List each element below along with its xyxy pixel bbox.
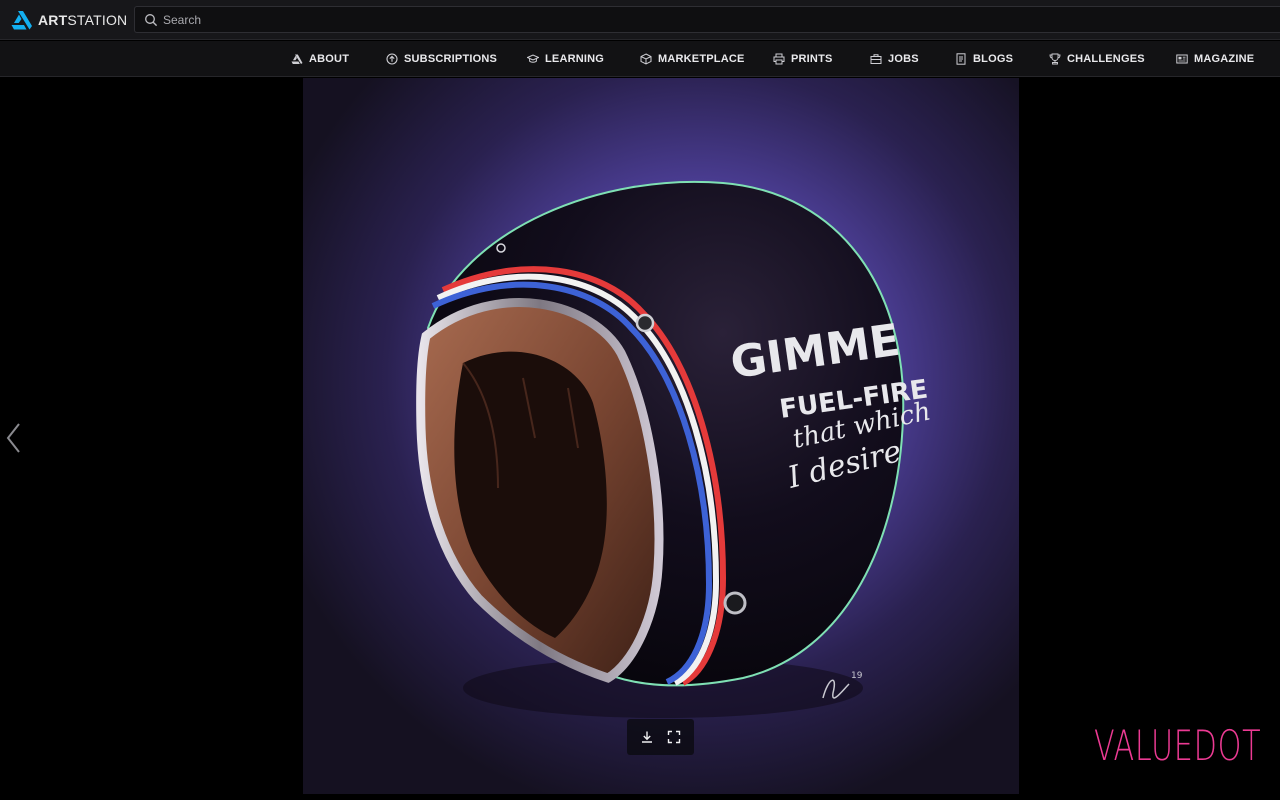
artstation-small-icon	[291, 54, 303, 64]
nav-item-learning[interactable]: LEARNING	[527, 41, 604, 77]
top-bar: ARTSTATION	[0, 0, 1280, 40]
nav-label: BLOGS	[973, 53, 1014, 65]
nav-item-about[interactable]: ABOUT	[291, 41, 349, 77]
main-nav: ABOUT SUBSCRIPTIONS LEARNING MARKETPLACE…	[0, 41, 1280, 77]
search-input[interactable]	[163, 12, 1063, 27]
arrow-up-circle-icon	[386, 53, 398, 65]
briefcase-icon	[870, 54, 882, 64]
logo-text: ARTSTATION	[38, 12, 128, 28]
nav-item-challenges[interactable]: CHALLENGES	[1049, 41, 1145, 77]
nav-label: JOBS	[888, 53, 919, 65]
document-icon	[956, 53, 966, 65]
trophy-icon	[1049, 53, 1061, 65]
artist-signature: 19	[851, 671, 863, 681]
nav-label: LEARNING	[545, 53, 605, 65]
nav-label: ABOUT	[309, 53, 350, 65]
nav-item-marketplace[interactable]: MARKETPLACE	[640, 41, 745, 77]
artwork-image[interactable]: GIMME FUEL-FIRE that which I desire 19	[303, 78, 1019, 794]
previous-artwork-button[interactable]	[2, 420, 24, 456]
download-button[interactable]	[634, 724, 660, 750]
printer-icon	[773, 53, 785, 65]
newspaper-icon	[1176, 54, 1188, 64]
image-controls	[627, 719, 694, 755]
nav-label: PRINTS	[791, 53, 833, 65]
graduation-cap-icon	[527, 54, 539, 63]
nav-item-prints[interactable]: PRINTS	[773, 41, 833, 77]
search-icon	[145, 13, 158, 26]
nav-label: CHALLENGES	[1067, 53, 1145, 65]
search-bar[interactable]	[134, 6, 1280, 33]
watermark-text: VALUEDOT	[1094, 721, 1262, 770]
helmet-illustration: GIMME FUEL-FIRE that which I desire 19	[303, 78, 1019, 794]
nav-item-subscriptions[interactable]: SUBSCRIPTIONS	[386, 41, 497, 77]
fullscreen-button[interactable]	[661, 724, 687, 750]
artstation-logo-icon	[11, 11, 32, 30]
download-icon	[641, 731, 652, 743]
nav-label: MARKETPLACE	[658, 53, 745, 65]
chevron-left-icon	[6, 423, 20, 453]
nav-item-magazine[interactable]: MAGAZINE	[1176, 41, 1254, 77]
nav-item-blogs[interactable]: BLOGS	[955, 41, 1013, 77]
fullscreen-icon	[668, 730, 681, 744]
artwork-viewer: GIMME FUEL-FIRE that which I desire 19 V…	[0, 78, 1280, 800]
nav-item-jobs[interactable]: JOBS	[870, 41, 919, 77]
artstation-logo[interactable]: ARTSTATION	[11, 9, 127, 31]
box-icon	[640, 53, 652, 65]
nav-label: MAGAZINE	[1194, 53, 1255, 65]
nav-label: SUBSCRIPTIONS	[404, 53, 498, 65]
